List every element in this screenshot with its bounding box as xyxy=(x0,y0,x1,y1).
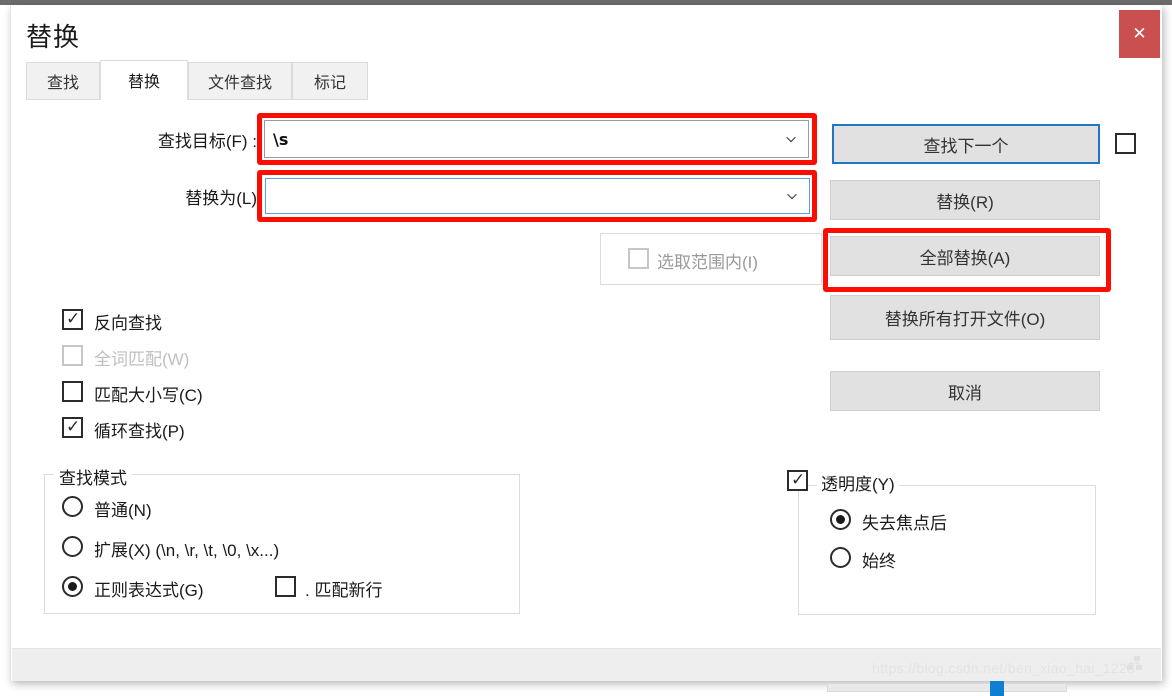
replace-all-open-files-button[interactable]: 替换所有打开文件(O) xyxy=(830,295,1100,340)
transparency-on-losing-focus-radio[interactable] xyxy=(830,509,851,530)
in-selection-checkbox[interactable] xyxy=(628,248,649,269)
cancel-button[interactable]: 取消 xyxy=(830,371,1100,411)
transparency-slider-track[interactable] xyxy=(827,683,1067,692)
find-next-button[interactable]: 查找下一个 xyxy=(832,124,1100,164)
match-case-label: 匹配大小写(C) xyxy=(94,386,203,405)
radio-dot-icon xyxy=(836,515,845,524)
tab-replace[interactable]: 替换 xyxy=(100,60,188,100)
match-whole-word-checkbox[interactable] xyxy=(62,345,83,366)
tab-find[interactable]: 查找 xyxy=(26,62,100,100)
watermark-text: https://blog.csdn.net/ben_xiao_hai_1223 xyxy=(872,660,1136,676)
backward-direction-label: 反向查找 xyxy=(94,314,162,333)
check-icon: ✓ xyxy=(791,470,806,489)
tab-find-in-files[interactable]: 文件查找 xyxy=(188,62,292,100)
dot-matches-newline-checkbox[interactable] xyxy=(275,576,296,597)
find-what-value: \s xyxy=(273,129,289,149)
csdn-logo-icon xyxy=(1127,656,1142,670)
tab-mark[interactable]: 标记 xyxy=(292,62,368,100)
dot-matches-newline-label: . 匹配新行 xyxy=(305,581,383,600)
search-mode-extended-radio[interactable] xyxy=(62,536,83,557)
screen: 替换 ✕ 查找 替换 文件查找 标记 查找目标(F) : \s 替换为(L) 选… xyxy=(0,0,1172,696)
search-mode-normal-radio[interactable] xyxy=(62,496,83,517)
chevron-down-icon[interactable] xyxy=(785,189,799,203)
wrap-around-label: 循环查找(P) xyxy=(94,422,185,441)
transparency-checkbox[interactable]: ✓ xyxy=(787,470,808,491)
find-what-combobox[interactable]: \s xyxy=(264,120,809,158)
side-option-checkbox[interactable] xyxy=(1115,133,1136,154)
radio-dot-icon xyxy=(68,582,77,591)
find-what-label: 查找目标(F) : xyxy=(157,132,257,151)
tab-bar: 查找 替换 文件查找 标记 xyxy=(18,60,1161,101)
search-mode-normal-label: 普通(N) xyxy=(94,501,152,520)
transparency-on-losing-focus-label: 失去焦点后 xyxy=(862,514,947,533)
search-mode-title: 查找模式 xyxy=(54,464,132,489)
check-icon: ✓ xyxy=(66,309,81,328)
dialog-body: 查找目标(F) : \s 替换为(L) 选取范围内(I) 查找下一个 替换(R)… xyxy=(12,100,1161,696)
match-case-checkbox[interactable] xyxy=(62,381,83,402)
replace-button[interactable]: 替换(R) xyxy=(830,180,1100,220)
transparency-always-label: 始终 xyxy=(862,552,896,571)
in-selection-label: 选取范围内(I) xyxy=(657,253,759,272)
chevron-down-icon[interactable] xyxy=(784,132,798,146)
replace-all-button[interactable]: 全部替换(A) xyxy=(830,236,1100,276)
check-icon: ✓ xyxy=(66,417,81,436)
search-mode-regex-radio[interactable] xyxy=(62,576,83,597)
backward-direction-checkbox[interactable]: ✓ xyxy=(62,309,83,330)
transparency-always-radio[interactable] xyxy=(830,547,851,568)
replace-with-label: 替换为(L) xyxy=(185,189,257,208)
search-mode-extended-label: 扩展(X) (\n, \r, \t, \0, \x...) xyxy=(94,541,280,560)
wrap-around-checkbox[interactable]: ✓ xyxy=(62,417,83,438)
transparency-label: 透明度(Y) xyxy=(817,470,899,495)
dialog-title: 替换 xyxy=(26,22,81,52)
replace-with-combobox[interactable] xyxy=(265,178,810,214)
replace-dialog: 替换 ✕ 查找 替换 文件查找 标记 查找目标(F) : \s 替换为(L) 选… xyxy=(10,5,1162,696)
search-mode-regex-label: 正则表达式(G) xyxy=(94,581,204,600)
match-whole-word-label: 全词匹配(W) xyxy=(94,350,190,369)
close-icon[interactable]: ✕ xyxy=(1119,10,1160,58)
in-selection-panel: 选取范围内(I) xyxy=(600,233,822,285)
